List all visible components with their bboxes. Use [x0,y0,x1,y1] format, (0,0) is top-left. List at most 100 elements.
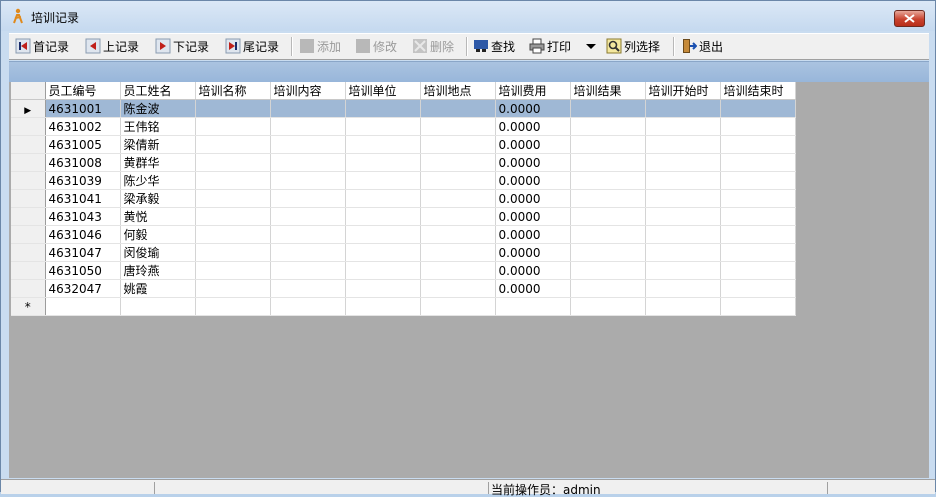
cell-empty[interactable] [270,297,346,316]
cell-empty[interactable] [270,135,346,154]
cell-empty[interactable] [720,189,796,208]
cell-employee-name[interactable]: 唐玲燕 [120,261,196,280]
cell-empty[interactable] [420,171,496,190]
cell-training-fee[interactable]: 0.0000 [495,171,571,190]
cell-empty[interactable] [420,99,496,118]
print-button[interactable]: 打印 [529,37,571,55]
cell-empty[interactable] [570,261,646,280]
cell-empty[interactable] [570,99,646,118]
cell-employee-name[interactable]: 梁倩新 [120,135,196,154]
cell-employee-id[interactable]: 4632047 [45,279,121,298]
cell-empty[interactable] [570,207,646,226]
table-row[interactable]: 4631050 唐玲燕 0.0000 [11,261,796,280]
add-button[interactable]: 添加 [299,37,341,55]
cell-empty[interactable] [570,297,646,316]
cell-empty[interactable] [345,243,421,262]
cell-employee-name[interactable]: 黄群华 [120,153,196,172]
row-header[interactable] [11,243,46,262]
cell-empty[interactable] [420,297,496,316]
last-record-button[interactable]: 尾记录 [225,37,279,55]
cell-empty[interactable] [345,171,421,190]
cell-empty[interactable] [270,153,346,172]
cell-training-fee[interactable]: 0.0000 [495,279,571,298]
cell-empty[interactable] [720,225,796,244]
cell-empty[interactable] [270,261,346,280]
row-header[interactable] [11,261,46,280]
cell-empty[interactable] [270,117,346,136]
cell-empty[interactable] [645,171,721,190]
delete-button[interactable]: 删除 [412,37,454,55]
cell-empty[interactable] [270,207,346,226]
column-header[interactable]: 员工姓名 [120,82,196,100]
close-button[interactable] [894,10,925,27]
cell-empty[interactable] [570,225,646,244]
cell-employee-id[interactable]: 4631050 [45,261,121,280]
cell-empty[interactable] [195,297,271,316]
cell-empty[interactable] [720,261,796,280]
row-header[interactable] [11,135,46,154]
cell-empty[interactable] [345,297,421,316]
cell-training-fee[interactable]: 0.0000 [495,243,571,262]
cell-empty[interactable] [570,279,646,298]
cell-empty[interactable] [420,153,496,172]
cell-empty[interactable] [645,225,721,244]
cell-empty[interactable] [345,207,421,226]
cell-employee-id[interactable]: 4631041 [45,189,121,208]
cell-empty[interactable] [270,279,346,298]
table-row[interactable]: 4631005 梁倩新 0.0000 [11,135,796,154]
cell-empty[interactable] [570,171,646,190]
table-row[interactable]: 4631046 何毅 0.0000 [11,225,796,244]
cell-empty[interactable] [645,261,721,280]
cell-empty[interactable] [270,243,346,262]
cell-employee-id[interactable]: 4631039 [45,171,121,190]
cell-empty[interactable] [420,225,496,244]
cell-empty[interactable] [420,243,496,262]
cell-empty[interactable] [195,99,271,118]
table-row[interactable]: 4631041 梁承毅 0.0000 [11,189,796,208]
cell-employee-name[interactable]: 黄悦 [120,207,196,226]
cell-empty[interactable] [195,207,271,226]
cell-empty[interactable] [720,117,796,136]
cell-empty[interactable] [270,189,346,208]
edit-button[interactable]: 修改 [355,37,397,55]
cell-employee-name[interactable]: 王伟铭 [120,117,196,136]
cell-empty[interactable] [195,279,271,298]
cell-empty[interactable] [195,135,271,154]
cell-empty[interactable] [420,135,496,154]
cell-training-fee[interactable]: 0.0000 [495,135,571,154]
row-header[interactable] [11,117,46,136]
cell-empty[interactable] [720,279,796,298]
column-header[interactable]: 培训地点 [420,82,496,100]
cell-empty[interactable] [270,225,346,244]
column-header[interactable]: 培训结束时 [720,82,796,100]
cell-empty[interactable] [345,189,421,208]
cell-empty[interactable] [345,261,421,280]
cell-empty[interactable] [720,153,796,172]
cell-empty[interactable] [420,207,496,226]
column-header[interactable]: 培训名称 [195,82,271,100]
cell-empty[interactable] [420,279,496,298]
next-record-button[interactable]: 下记录 [155,37,209,55]
cell-employee-name[interactable]: 何毅 [120,225,196,244]
cell-employee-id[interactable]: 4631008 [45,153,121,172]
find-button[interactable]: 查找 [473,37,515,55]
table-row[interactable]: 4631002 王伟铭 0.0000 [11,117,796,136]
cell-training-fee[interactable]: 0.0000 [495,207,571,226]
column-header[interactable]: 员工编号 [45,82,121,100]
cell-empty[interactable] [195,153,271,172]
cell-empty[interactable] [645,279,721,298]
cell-training-fee[interactable]: 0.0000 [495,189,571,208]
cell-empty[interactable] [720,207,796,226]
cell-employee-id[interactable]: 4631001 [45,99,121,118]
cell-empty[interactable] [570,243,646,262]
cell-training-fee[interactable]: 0.0000 [495,261,571,280]
cell-empty[interactable] [570,117,646,136]
row-header[interactable] [11,153,46,172]
table-row[interactable]: 4631047 闵俊瑜 0.0000 [11,243,796,262]
cell-empty[interactable] [645,153,721,172]
cell-employee-id[interactable]: 4631047 [45,243,121,262]
cell-empty[interactable] [195,243,271,262]
table-row[interactable]: ▶ 4631001 陈金波 0.0000 [11,99,796,118]
cell-empty[interactable] [645,207,721,226]
cell-empty[interactable] [270,171,346,190]
